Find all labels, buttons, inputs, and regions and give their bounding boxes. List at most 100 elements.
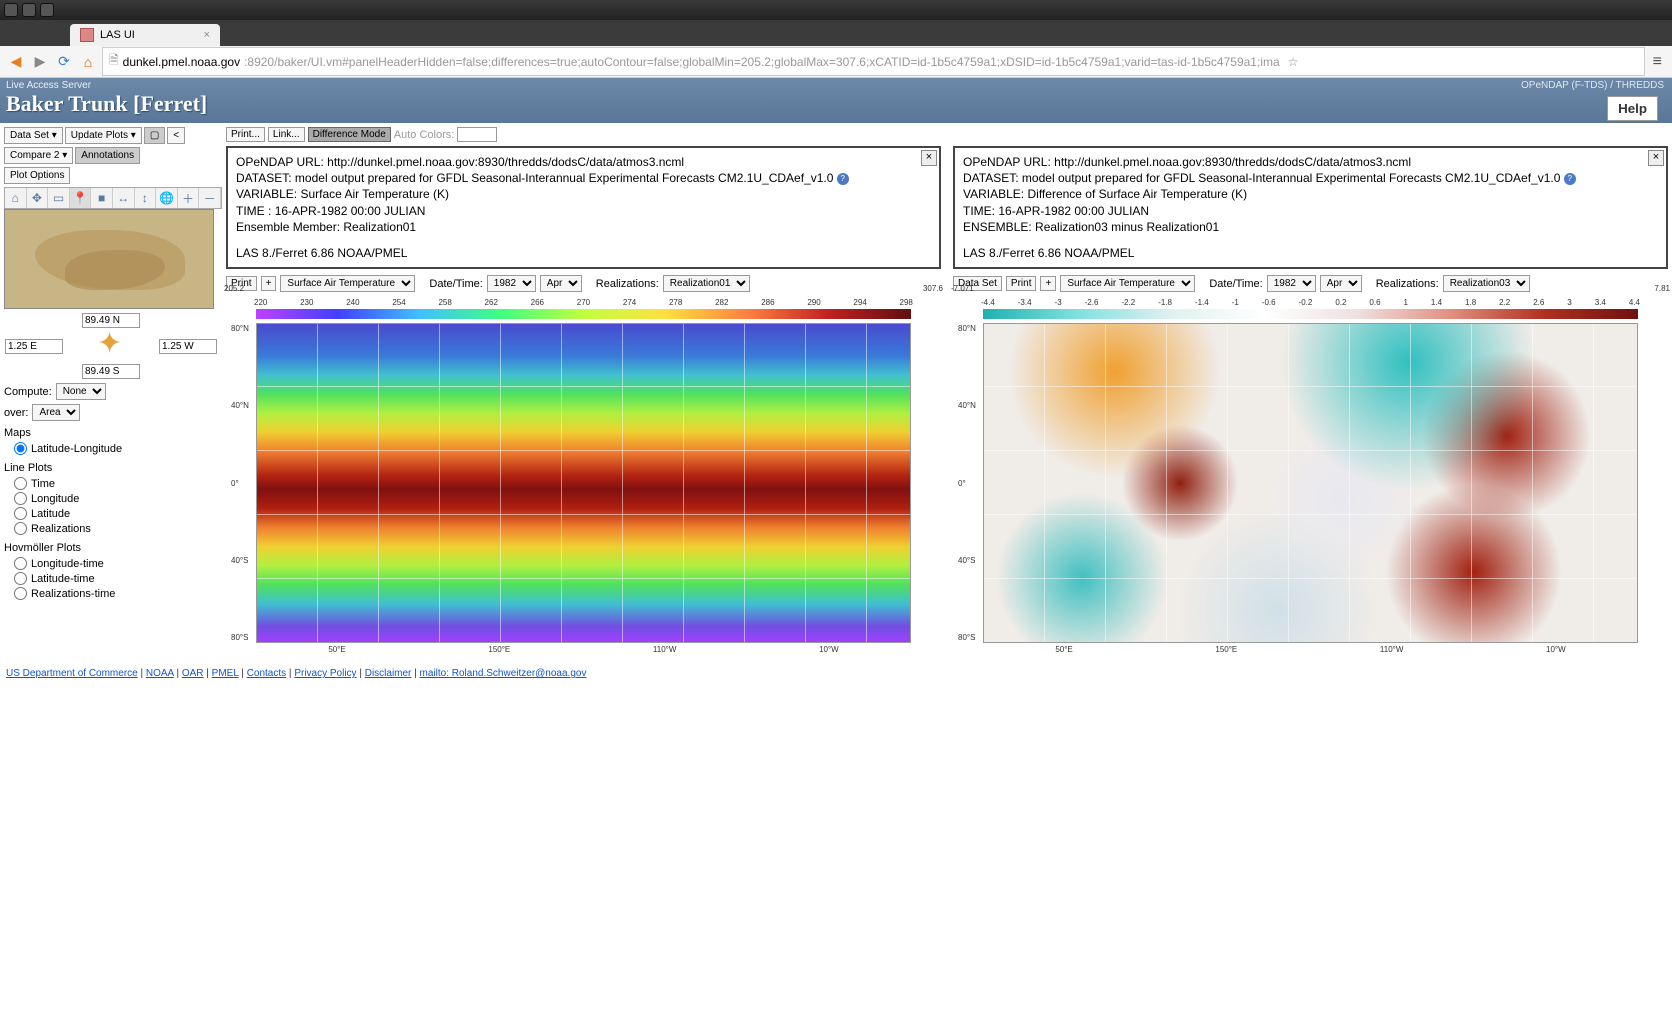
nav-reload-icon[interactable]: ⟳: [54, 52, 74, 72]
panel-right: × OPeNDAP URL: http://dunkel.pmel.noaa.g…: [953, 146, 1668, 648]
panel2-close-button[interactable]: ×: [1648, 150, 1664, 166]
page-footer: US Department of Commerce | NOAA | OAR |…: [0, 656, 1672, 691]
panel2-colorbar: -7.0717.81: [983, 309, 1638, 319]
panel1-x-axis: 50°E150°E110°W10°W: [257, 645, 910, 654]
las-subtitle: Live Access Server: [6, 80, 1666, 91]
panel2-plot: -4.4-3.4-3-2.6-2.2-1.8-1.4-1-0.6-0.20.20…: [953, 298, 1668, 648]
coord-east-input[interactable]: [5, 339, 63, 354]
las-header: Live Access Server Baker Trunk [Ferret] …: [0, 78, 1672, 123]
map-tool-pin-icon[interactable]: 📍: [70, 188, 92, 208]
maps-section-title: Maps: [4, 427, 222, 439]
link-button[interactable]: Link...: [268, 127, 305, 142]
footer-link[interactable]: OAR: [182, 668, 204, 679]
annotations-button[interactable]: Annotations: [75, 147, 140, 164]
map-tool-zoomout-icon[interactable]: －: [199, 188, 221, 208]
help-icon[interactable]: ?: [837, 173, 849, 185]
update-plots-button[interactable]: Update Plots ▾: [65, 127, 142, 144]
difference-mode-button[interactable]: Difference Mode: [308, 127, 391, 142]
hov-section-title: Hovmöller Plots: [4, 542, 222, 554]
bookmark-star-icon[interactable]: ☆: [1288, 55, 1299, 69]
panel1-map[interactable]: 80°N40°N0°40°S80°S 50°E150°E110°W10°W: [256, 323, 911, 643]
browser-toolbar: ◀ ▶ ⟳ ⌂ 🗎 dunkel.pmel.noaa.gov :8920/bak…: [0, 46, 1672, 78]
help-icon[interactable]: ?: [1564, 173, 1576, 185]
compute-select[interactable]: None: [56, 383, 106, 400]
dataset-button[interactable]: Data Set ▾: [4, 127, 63, 144]
action-bar: Print... Link... Difference Mode Auto Co…: [226, 127, 1668, 142]
url-bar[interactable]: 🗎 dunkel.pmel.noaa.gov :8920/baker/UI.vm…: [102, 47, 1645, 76]
panel1-close-button[interactable]: ×: [921, 150, 937, 166]
coord-west-input[interactable]: [159, 339, 217, 354]
map-tool-globe-icon[interactable]: 🌐: [156, 188, 178, 208]
map-tool-x-icon[interactable]: ↔: [113, 188, 135, 208]
lineplots-section-title: Line Plots: [4, 462, 222, 474]
footer-links: US Department of Commerce | NOAA | OAR |…: [6, 668, 586, 679]
footer-link[interactable]: Disclaimer: [365, 668, 412, 679]
left-sidebar: Data Set ▾ Update Plots ▾ ▢ < Compare 2 …: [4, 127, 222, 648]
footer-link[interactable]: US Department of Commerce: [6, 668, 138, 679]
panel-left: × OPeNDAP URL: http://dunkel.pmel.noaa.g…: [226, 146, 941, 648]
footer-link[interactable]: mailto: Roland.Schweitzer@noaa.gov: [420, 668, 587, 679]
compare-button[interactable]: Compare 2 ▾: [4, 147, 73, 164]
url-host: dunkel.pmel.noaa.gov: [123, 55, 240, 69]
browser-menu-icon[interactable]: ≡: [1649, 53, 1666, 71]
footer-link[interactable]: Contacts: [247, 668, 286, 679]
map-tool-zoomin-icon[interactable]: ＋: [178, 188, 200, 208]
window-control-close[interactable]: [4, 3, 18, 17]
coord-south-input[interactable]: [82, 364, 140, 379]
nav-forward-icon[interactable]: ▶: [30, 52, 50, 72]
compass-icon: [95, 330, 127, 362]
map-tool-y-icon[interactable]: ↕: [135, 188, 157, 208]
compute-label: Compute:: [4, 386, 52, 398]
panel1-colorbar: 205.2307.6: [256, 309, 911, 319]
minimap[interactable]: [4, 209, 214, 309]
footer-link[interactable]: Privacy Policy: [294, 668, 356, 679]
autocolors-swatch[interactable]: [457, 127, 497, 142]
over-select[interactable]: Area: [32, 404, 80, 421]
minimap-toolbar: ⌂ ✥ ▭ 📍 ■ ↔ ↕ 🌐 ＋ －: [4, 187, 222, 209]
radio-time[interactable]: [14, 477, 27, 490]
plot-options-button[interactable]: Plot Options: [4, 167, 70, 184]
panel1-colorbar-ticks: 2202302402542582622662702742782822862902…: [254, 298, 913, 307]
radio-realizations[interactable]: [14, 522, 27, 535]
footer-link[interactable]: PMEL: [212, 668, 239, 679]
panel2-metadata: × OPeNDAP URL: http://dunkel.pmel.noaa.g…: [953, 146, 1668, 269]
radio-latitude[interactable]: [14, 507, 27, 520]
over-label: over:: [4, 407, 28, 419]
collapse-sidebar-button[interactable]: <: [167, 127, 185, 144]
radio-longitude[interactable]: [14, 492, 27, 505]
page-icon: 🗎: [109, 51, 119, 72]
header-right-links[interactable]: OPeNDAP (F-TDS) / THREDDS: [1521, 80, 1664, 91]
tab-close-icon[interactable]: ×: [204, 29, 210, 41]
tab-title: LAS UI: [100, 29, 135, 41]
footer-link[interactable]: NOAA: [146, 668, 174, 679]
print-button[interactable]: Print...: [226, 127, 265, 142]
toggle-square-button[interactable]: ▢: [144, 127, 165, 144]
radio-lon-time[interactable]: [14, 557, 27, 570]
radio-lat-time[interactable]: [14, 572, 27, 585]
panel2-x-axis: 50°E150°E110°W10°W: [984, 645, 1637, 654]
os-titlebar: [0, 0, 1672, 20]
panel1-plot: 2202302402542582622662702742782822862902…: [226, 298, 941, 648]
radio-latlon[interactable]: [14, 442, 27, 455]
radio-real-time[interactable]: [14, 587, 27, 600]
tab-favicon-icon: [80, 28, 94, 42]
url-path: :8920/baker/UI.vm#panelHeaderHidden=fals…: [244, 55, 1280, 69]
page-title: Baker Trunk [Ferret]: [6, 91, 1666, 117]
window-control-min[interactable]: [22, 3, 36, 17]
panel2-map[interactable]: 80°N40°N0°40°S80°S 50°E150°E110°W10°W: [983, 323, 1638, 643]
panel2-colorbar-ticks: -4.4-3.4-3-2.6-2.2-1.8-1.4-1-0.6-0.20.20…: [981, 298, 1640, 307]
panel1-y-axis: 80°N40°N0°40°S80°S: [231, 324, 249, 642]
autocolors-label: Auto Colors:: [394, 129, 455, 141]
help-button[interactable]: Help: [1607, 96, 1658, 121]
map-tool-select-icon[interactable]: ▭: [48, 188, 70, 208]
browser-tab[interactable]: LAS UI ×: [70, 24, 220, 46]
panel1-metadata: × OPeNDAP URL: http://dunkel.pmel.noaa.g…: [226, 146, 941, 269]
nav-back-icon[interactable]: ◀: [6, 52, 26, 72]
map-tool-square-icon[interactable]: ■: [91, 188, 113, 208]
coord-grid: [4, 313, 222, 379]
nav-home-icon[interactable]: ⌂: [78, 52, 98, 72]
map-tool-home-icon[interactable]: ⌂: [5, 188, 27, 208]
map-tool-pan-icon[interactable]: ✥: [27, 188, 49, 208]
window-control-max[interactable]: [40, 3, 54, 17]
panel2-y-axis: 80°N40°N0°40°S80°S: [958, 324, 976, 642]
